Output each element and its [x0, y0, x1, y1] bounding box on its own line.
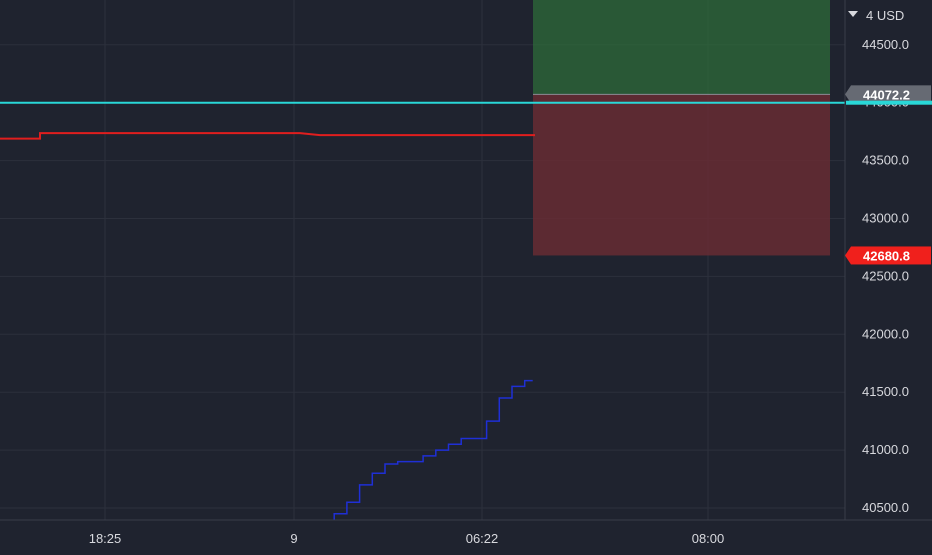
x-tick-label: 18:25 [89, 531, 122, 546]
y-tick-label: 43500.0 [862, 153, 909, 168]
y-tick-label: 41000.0 [862, 442, 909, 457]
y-tick-label: 43000.0 [862, 211, 909, 226]
profit-zone [533, 0, 830, 95]
time-axis[interactable]: 18:25 9 06:22 08:00 [0, 519, 932, 550]
cyan-axis-marker [846, 100, 932, 105]
stop-loss-label: 42680.8 [845, 246, 931, 265]
y-tick-label: 42500.0 [862, 268, 909, 283]
x-tick-label: 08:00 [692, 531, 725, 546]
currency-label[interactable]: 4 USD [866, 8, 904, 23]
y-tick-label: 42000.0 [862, 326, 909, 341]
entry-price-label: 44072.2 [845, 85, 931, 104]
stop-loss-label-text: 42680.8 [863, 248, 910, 263]
loss-zone [533, 94, 830, 256]
x-tick-label: 06:22 [466, 531, 499, 546]
chart-svg[interactable]: 48500.048000.047500.047000.046500.046000… [0, 0, 932, 550]
y-tick-label: 41500.0 [862, 384, 909, 399]
x-tick-label: 9 [290, 531, 297, 546]
y-tick-label: 44500.0 [862, 37, 909, 52]
entry-price-label-text: 44072.2 [863, 87, 910, 102]
position-zone[interactable] [533, 0, 830, 256]
price-chart[interactable]: 48500.048000.047500.047000.046500.046000… [0, 0, 932, 550]
y-tick-label: 40500.0 [862, 500, 909, 515]
